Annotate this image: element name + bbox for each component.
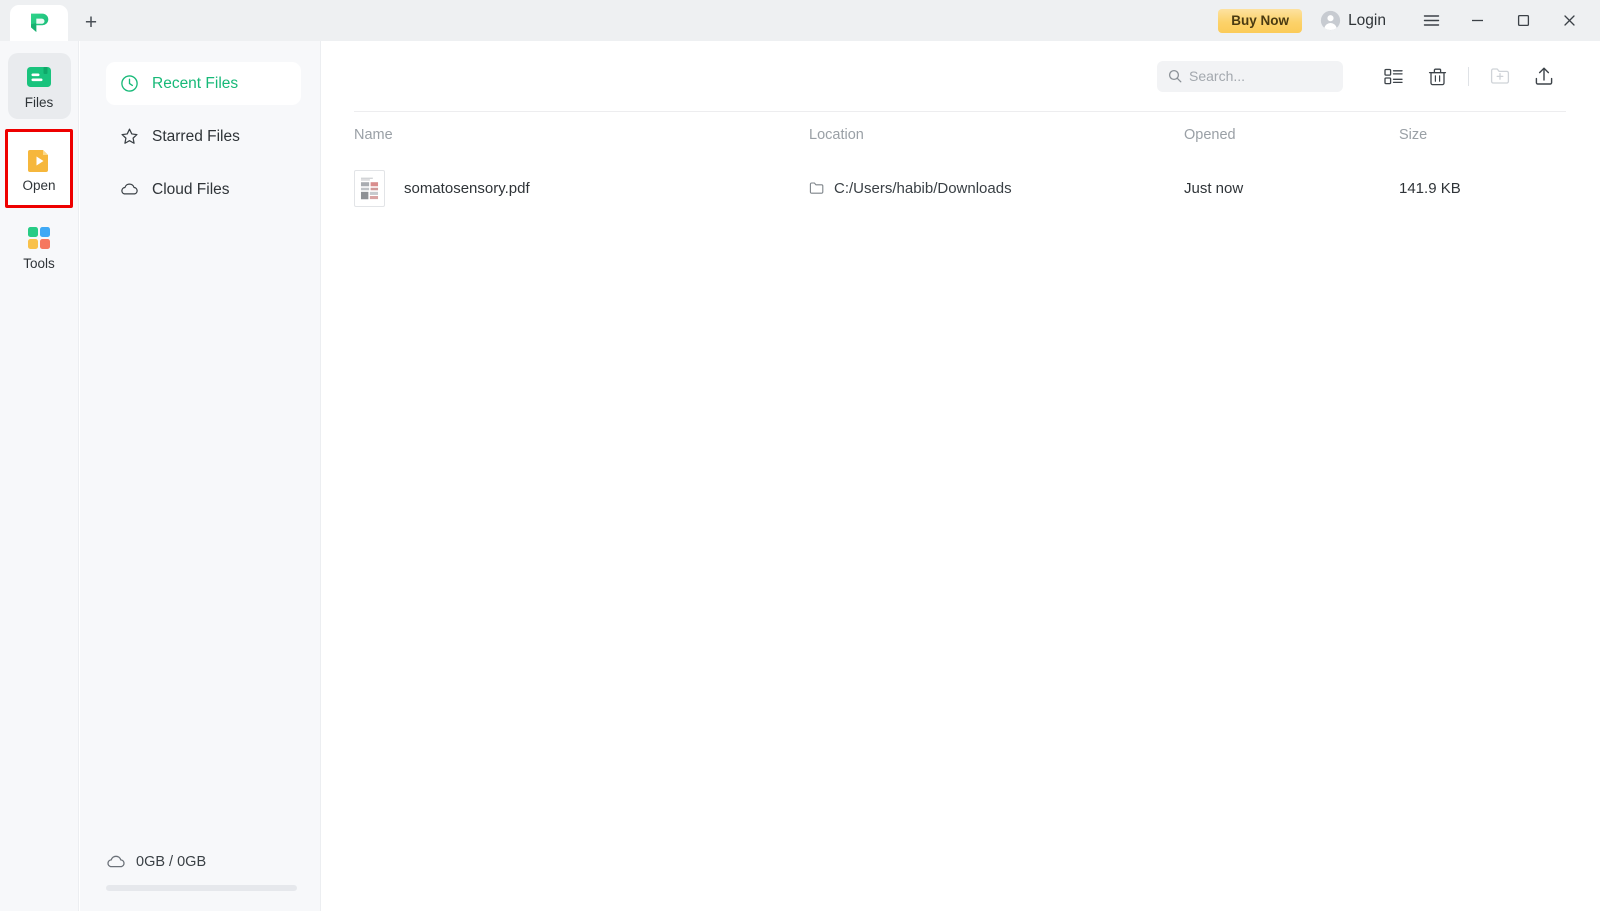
- sidebar-item-label: Starred Files: [152, 127, 240, 145]
- column-header-size[interactable]: Size: [1399, 127, 1559, 143]
- maximize-icon: [1517, 14, 1529, 27]
- star-icon: [121, 128, 138, 144]
- maximize-button[interactable]: [1500, 0, 1546, 41]
- file-location-cell: C:/Users/habib/Downloads: [809, 180, 1184, 197]
- sidebar-item-label: Recent Files: [152, 74, 239, 92]
- column-header-location[interactable]: Location: [809, 127, 1184, 143]
- rail-item-tools[interactable]: Tools: [8, 214, 71, 280]
- cloud-icon: [107, 855, 125, 868]
- storage-indicator: 0GB / 0GB: [80, 852, 321, 911]
- column-header-name[interactable]: Name: [354, 127, 809, 143]
- search-icon: [1168, 69, 1182, 83]
- content-toolbar: [322, 41, 1600, 111]
- sidebar-item-cloud-files[interactable]: Cloud Files: [106, 168, 301, 211]
- login-label: Login: [1348, 11, 1386, 29]
- file-opened-cell: Just now: [1184, 179, 1244, 197]
- rail-item-label: Open: [22, 177, 56, 193]
- titlebar-actions: Buy Now Login: [1218, 0, 1600, 41]
- file-location-label: C:/Users/habib/Downloads: [834, 179, 1012, 197]
- folder-icon: [809, 182, 824, 194]
- buy-now-button[interactable]: Buy Now: [1218, 8, 1303, 33]
- hamburger-menu-button[interactable]: [1408, 0, 1454, 41]
- file-name-cell: somatosensory.pdf: [354, 169, 809, 207]
- files-icon: [27, 67, 51, 88]
- list-view-icon: [1383, 68, 1403, 84]
- file-name-label: somatosensory.pdf: [404, 179, 530, 197]
- title-bar: + Buy Now Login: [0, 0, 1600, 41]
- upload-button[interactable]: [1522, 58, 1566, 94]
- rail-item-files[interactable]: Files: [7, 53, 71, 119]
- close-button[interactable]: [1546, 0, 1592, 41]
- pdf-document-thumbnail: [354, 169, 385, 207]
- list-view-button[interactable]: [1371, 58, 1415, 94]
- search-box[interactable]: [1157, 60, 1343, 92]
- pdfelement-logo-icon: [31, 13, 49, 32]
- storage-progress-bar: [106, 885, 297, 891]
- minimize-icon: [1471, 19, 1483, 22]
- icon-rail: Files Open Tools: [0, 41, 79, 911]
- file-size-cell: 141.9 KB: [1399, 179, 1461, 197]
- storage-label: 0GB / 0GB: [136, 854, 207, 870]
- close-icon: [1563, 15, 1575, 26]
- new-tab-button[interactable]: +: [68, 5, 114, 41]
- main-content: Name Location Opened Size somatosensory.…: [322, 41, 1600, 911]
- login-button[interactable]: Login: [1320, 10, 1386, 31]
- sidebar: Recent Files Starred Files Cloud Files 0…: [80, 41, 321, 911]
- avatar-icon: [1320, 10, 1341, 31]
- tools-grid-icon: [28, 227, 50, 250]
- cloud-icon: [121, 183, 138, 195]
- sidebar-item-label: Cloud Files: [152, 180, 230, 198]
- upload-icon: [1535, 67, 1553, 85]
- search-input[interactable]: [1189, 68, 1332, 84]
- rail-item-label: Tools: [23, 256, 55, 272]
- open-icon: [28, 149, 48, 172]
- hamburger-menu-icon: [1423, 15, 1439, 26]
- trash-icon: [1428, 68, 1446, 85]
- clock-icon: [121, 75, 138, 92]
- storage-row: 0GB / 0GB: [80, 852, 321, 872]
- new-folder-button[interactable]: [1478, 58, 1522, 94]
- tab-strip: +: [0, 0, 114, 41]
- trash-button[interactable]: [1415, 58, 1459, 94]
- column-header-opened[interactable]: Opened: [1184, 127, 1399, 143]
- new-folder-icon: [1490, 68, 1510, 84]
- rail-item-open[interactable]: Open: [5, 129, 73, 208]
- buy-now-label: Buy Now: [1231, 13, 1290, 28]
- new-tab-label: +: [84, 11, 98, 34]
- table-header: Name Location Opened Size: [322, 112, 1600, 157]
- tab-document-1[interactable]: [10, 5, 68, 41]
- sidebar-item-recent-files[interactable]: Recent Files: [106, 62, 301, 105]
- minimize-button[interactable]: [1454, 0, 1500, 41]
- toolbar-divider: [1468, 66, 1469, 86]
- table-row[interactable]: somatosensory.pdf C:/Users/habib/Downloa…: [322, 157, 1600, 219]
- sidebar-item-starred-files[interactable]: Starred Files: [106, 115, 301, 158]
- rail-item-label: Files: [24, 95, 54, 111]
